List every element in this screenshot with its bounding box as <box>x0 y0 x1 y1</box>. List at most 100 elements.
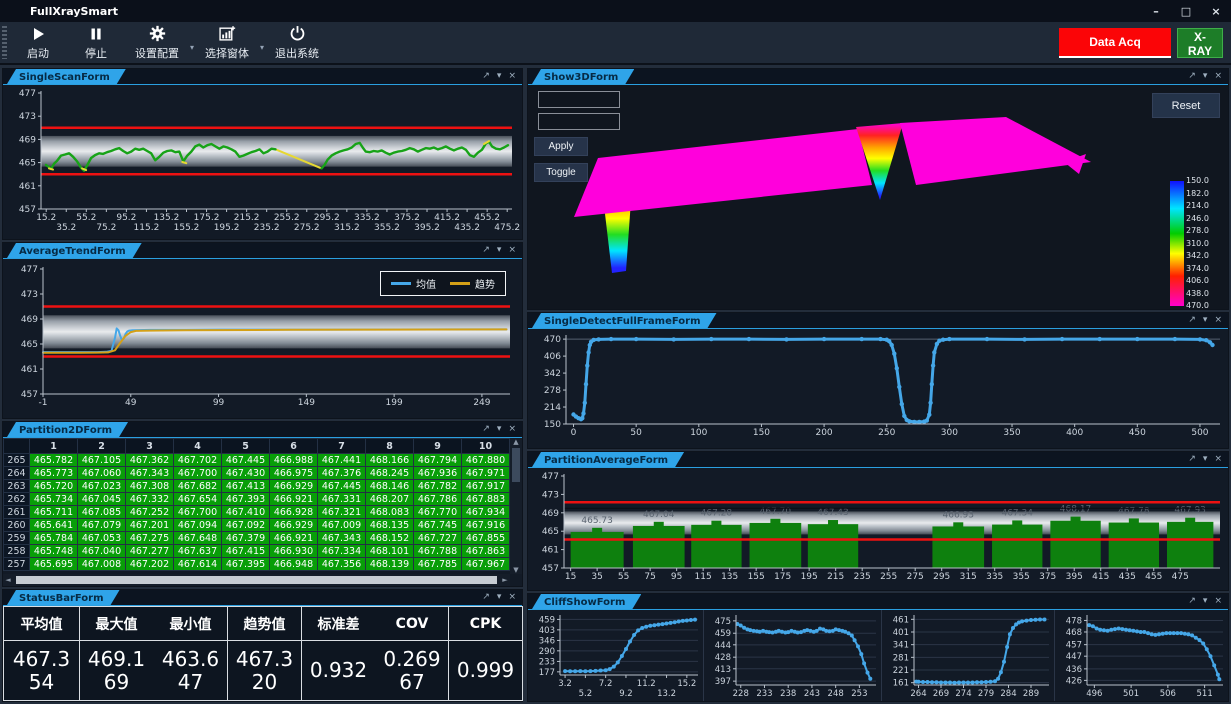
table-cell[interactable]: 467.934 <box>462 506 510 519</box>
table-cell[interactable]: 466.975 <box>270 467 318 480</box>
table-cell[interactable]: 467.654 <box>174 493 222 506</box>
panel-tab-average-trend[interactable]: AverageTrendForm <box>7 243 142 258</box>
table-cell[interactable]: 467.252 <box>126 506 174 519</box>
panel-tab-full-frame[interactable]: SingleDetectFullFrameForm <box>532 313 717 328</box>
row-header[interactable]: 258 <box>4 545 30 558</box>
collapse-icon[interactable]: ▾ <box>497 593 502 602</box>
table-cell[interactable]: 467.331 <box>318 493 366 506</box>
table-cell[interactable]: 467.702 <box>174 454 222 467</box>
toolbar-button-0[interactable]: 启动 <box>9 22 67 63</box>
table-cell[interactable]: 465.695 <box>30 558 78 571</box>
column-header[interactable]: 10 <box>462 439 510 454</box>
table-cell[interactable]: 467.788 <box>414 545 462 558</box>
close-icon[interactable]: × <box>1214 597 1222 606</box>
table-cell[interactable]: 467.637 <box>174 545 222 558</box>
table-cell[interactable]: 468.135 <box>366 519 414 532</box>
table-cell[interactable]: 467.275 <box>126 532 174 545</box>
table-cell[interactable]: 465.773 <box>30 467 78 480</box>
row-header[interactable]: 263 <box>4 480 30 493</box>
data-acq-button[interactable]: Data Acq <box>1059 28 1171 58</box>
table-cell[interactable]: 468.146 <box>366 480 414 493</box>
table-cell[interactable]: 467.343 <box>126 467 174 480</box>
row-header[interactable]: 261 <box>4 506 30 519</box>
row-header[interactable]: 260 <box>4 519 30 532</box>
table-cell[interactable]: 467.376 <box>318 467 366 480</box>
maximize-button[interactable]: □ <box>1171 5 1201 18</box>
table-cell[interactable]: 465.720 <box>30 480 78 493</box>
minimize-button[interactable]: – <box>1141 5 1171 18</box>
table-cell[interactable]: 466.921 <box>270 532 318 545</box>
float-icon[interactable]: ↗ <box>482 246 490 255</box>
table-cell[interactable]: 467.430 <box>222 467 270 480</box>
table-cell[interactable]: 467.343 <box>318 532 366 545</box>
table-cell[interactable]: 467.094 <box>174 519 222 532</box>
table-cell[interactable]: 467.855 <box>462 532 510 545</box>
table-cell[interactable]: 467.682 <box>174 480 222 493</box>
table-cell[interactable]: 467.917 <box>462 480 510 493</box>
toolbar-button-1[interactable]: 停止 <box>67 22 125 63</box>
xray-button[interactable]: X-RAY <box>1177 28 1223 58</box>
table-cell[interactable]: 468.166 <box>366 454 414 467</box>
table-cell[interactable]: 467.794 <box>414 454 462 467</box>
table-cell[interactable]: 467.045 <box>78 493 126 506</box>
table-cell[interactable]: 467.362 <box>126 454 174 467</box>
table-cell[interactable]: 466.929 <box>270 480 318 493</box>
table-cell[interactable]: 467.782 <box>414 480 462 493</box>
panel-tab-partition-2d[interactable]: Partition2DForm <box>7 422 128 437</box>
table-cell[interactable]: 467.277 <box>126 545 174 558</box>
close-icon[interactable]: × <box>508 593 516 602</box>
collapse-icon[interactable]: ▾ <box>1203 455 1208 464</box>
close-button[interactable]: × <box>1201 5 1231 18</box>
table-cell[interactable]: 467.393 <box>222 493 270 506</box>
collapse-icon[interactable]: ▾ <box>1203 316 1208 325</box>
row-header[interactable]: 262 <box>4 493 30 506</box>
table-cell[interactable]: 467.770 <box>414 506 462 519</box>
table-cell[interactable]: 466.929 <box>270 519 318 532</box>
float-icon[interactable]: ↗ <box>482 425 490 434</box>
panel-tab-show-3d[interactable]: Show3DForm <box>532 69 634 84</box>
table-cell[interactable]: 467.441 <box>318 454 366 467</box>
table-cell[interactable]: 467.105 <box>78 454 126 467</box>
close-icon[interactable]: × <box>508 72 516 81</box>
float-icon[interactable]: ↗ <box>482 72 490 81</box>
table-cell[interactable]: 466.930 <box>270 545 318 558</box>
table-cell[interactable]: 467.700 <box>174 506 222 519</box>
table-cell[interactable]: 467.040 <box>78 545 126 558</box>
collapse-icon[interactable]: ▾ <box>497 246 502 255</box>
table-cell[interactable]: 467.202 <box>126 558 174 571</box>
table-cell[interactable]: 468.152 <box>366 532 414 545</box>
table-cell[interactable]: 468.139 <box>366 558 414 571</box>
table-cell[interactable]: 467.936 <box>414 467 462 480</box>
table-cell[interactable]: 467.971 <box>462 467 510 480</box>
table-cell[interactable]: 467.379 <box>222 532 270 545</box>
table-cell[interactable]: 468.083 <box>366 506 414 519</box>
table-cell[interactable]: 467.332 <box>126 493 174 506</box>
table-cell[interactable]: 466.921 <box>270 493 318 506</box>
close-icon[interactable]: × <box>508 246 516 255</box>
column-header[interactable]: 2 <box>78 439 126 454</box>
panel-tab-single-scan[interactable]: SingleScanForm <box>7 69 126 84</box>
collapse-icon[interactable]: ▾ <box>1203 72 1208 81</box>
toolbar-grip[interactable] <box>2 26 7 59</box>
table-cell[interactable]: 467.415 <box>222 545 270 558</box>
table-cell[interactable]: 467.308 <box>126 480 174 493</box>
table-cell[interactable]: 467.395 <box>222 558 270 571</box>
table-cell[interactable]: 467.334 <box>318 545 366 558</box>
vertical-scrollbar[interactable]: ▲▼ <box>510 438 522 574</box>
table-cell[interactable]: 467.880 <box>462 454 510 467</box>
row-header[interactable]: 257 <box>4 558 30 571</box>
table-cell[interactable]: 467.445 <box>222 454 270 467</box>
table-cell[interactable]: 468.101 <box>366 545 414 558</box>
dropdown-caret-icon[interactable]: ▾ <box>260 33 264 52</box>
table-cell[interactable]: 467.785 <box>414 558 462 571</box>
table-cell[interactable]: 465.734 <box>30 493 78 506</box>
table-cell[interactable]: 467.008 <box>78 558 126 571</box>
table-cell[interactable]: 467.727 <box>414 532 462 545</box>
table-cell[interactable]: 465.784 <box>30 532 78 545</box>
surface-3d-viewport[interactable]: Apply Toggle Reset <box>528 85 1228 309</box>
table-cell[interactable]: 467.916 <box>462 519 510 532</box>
table-cell[interactable]: 467.023 <box>78 480 126 493</box>
table-cell[interactable]: 467.009 <box>318 519 366 532</box>
row-header[interactable]: 264 <box>4 467 30 480</box>
table-cell[interactable]: 467.648 <box>174 532 222 545</box>
